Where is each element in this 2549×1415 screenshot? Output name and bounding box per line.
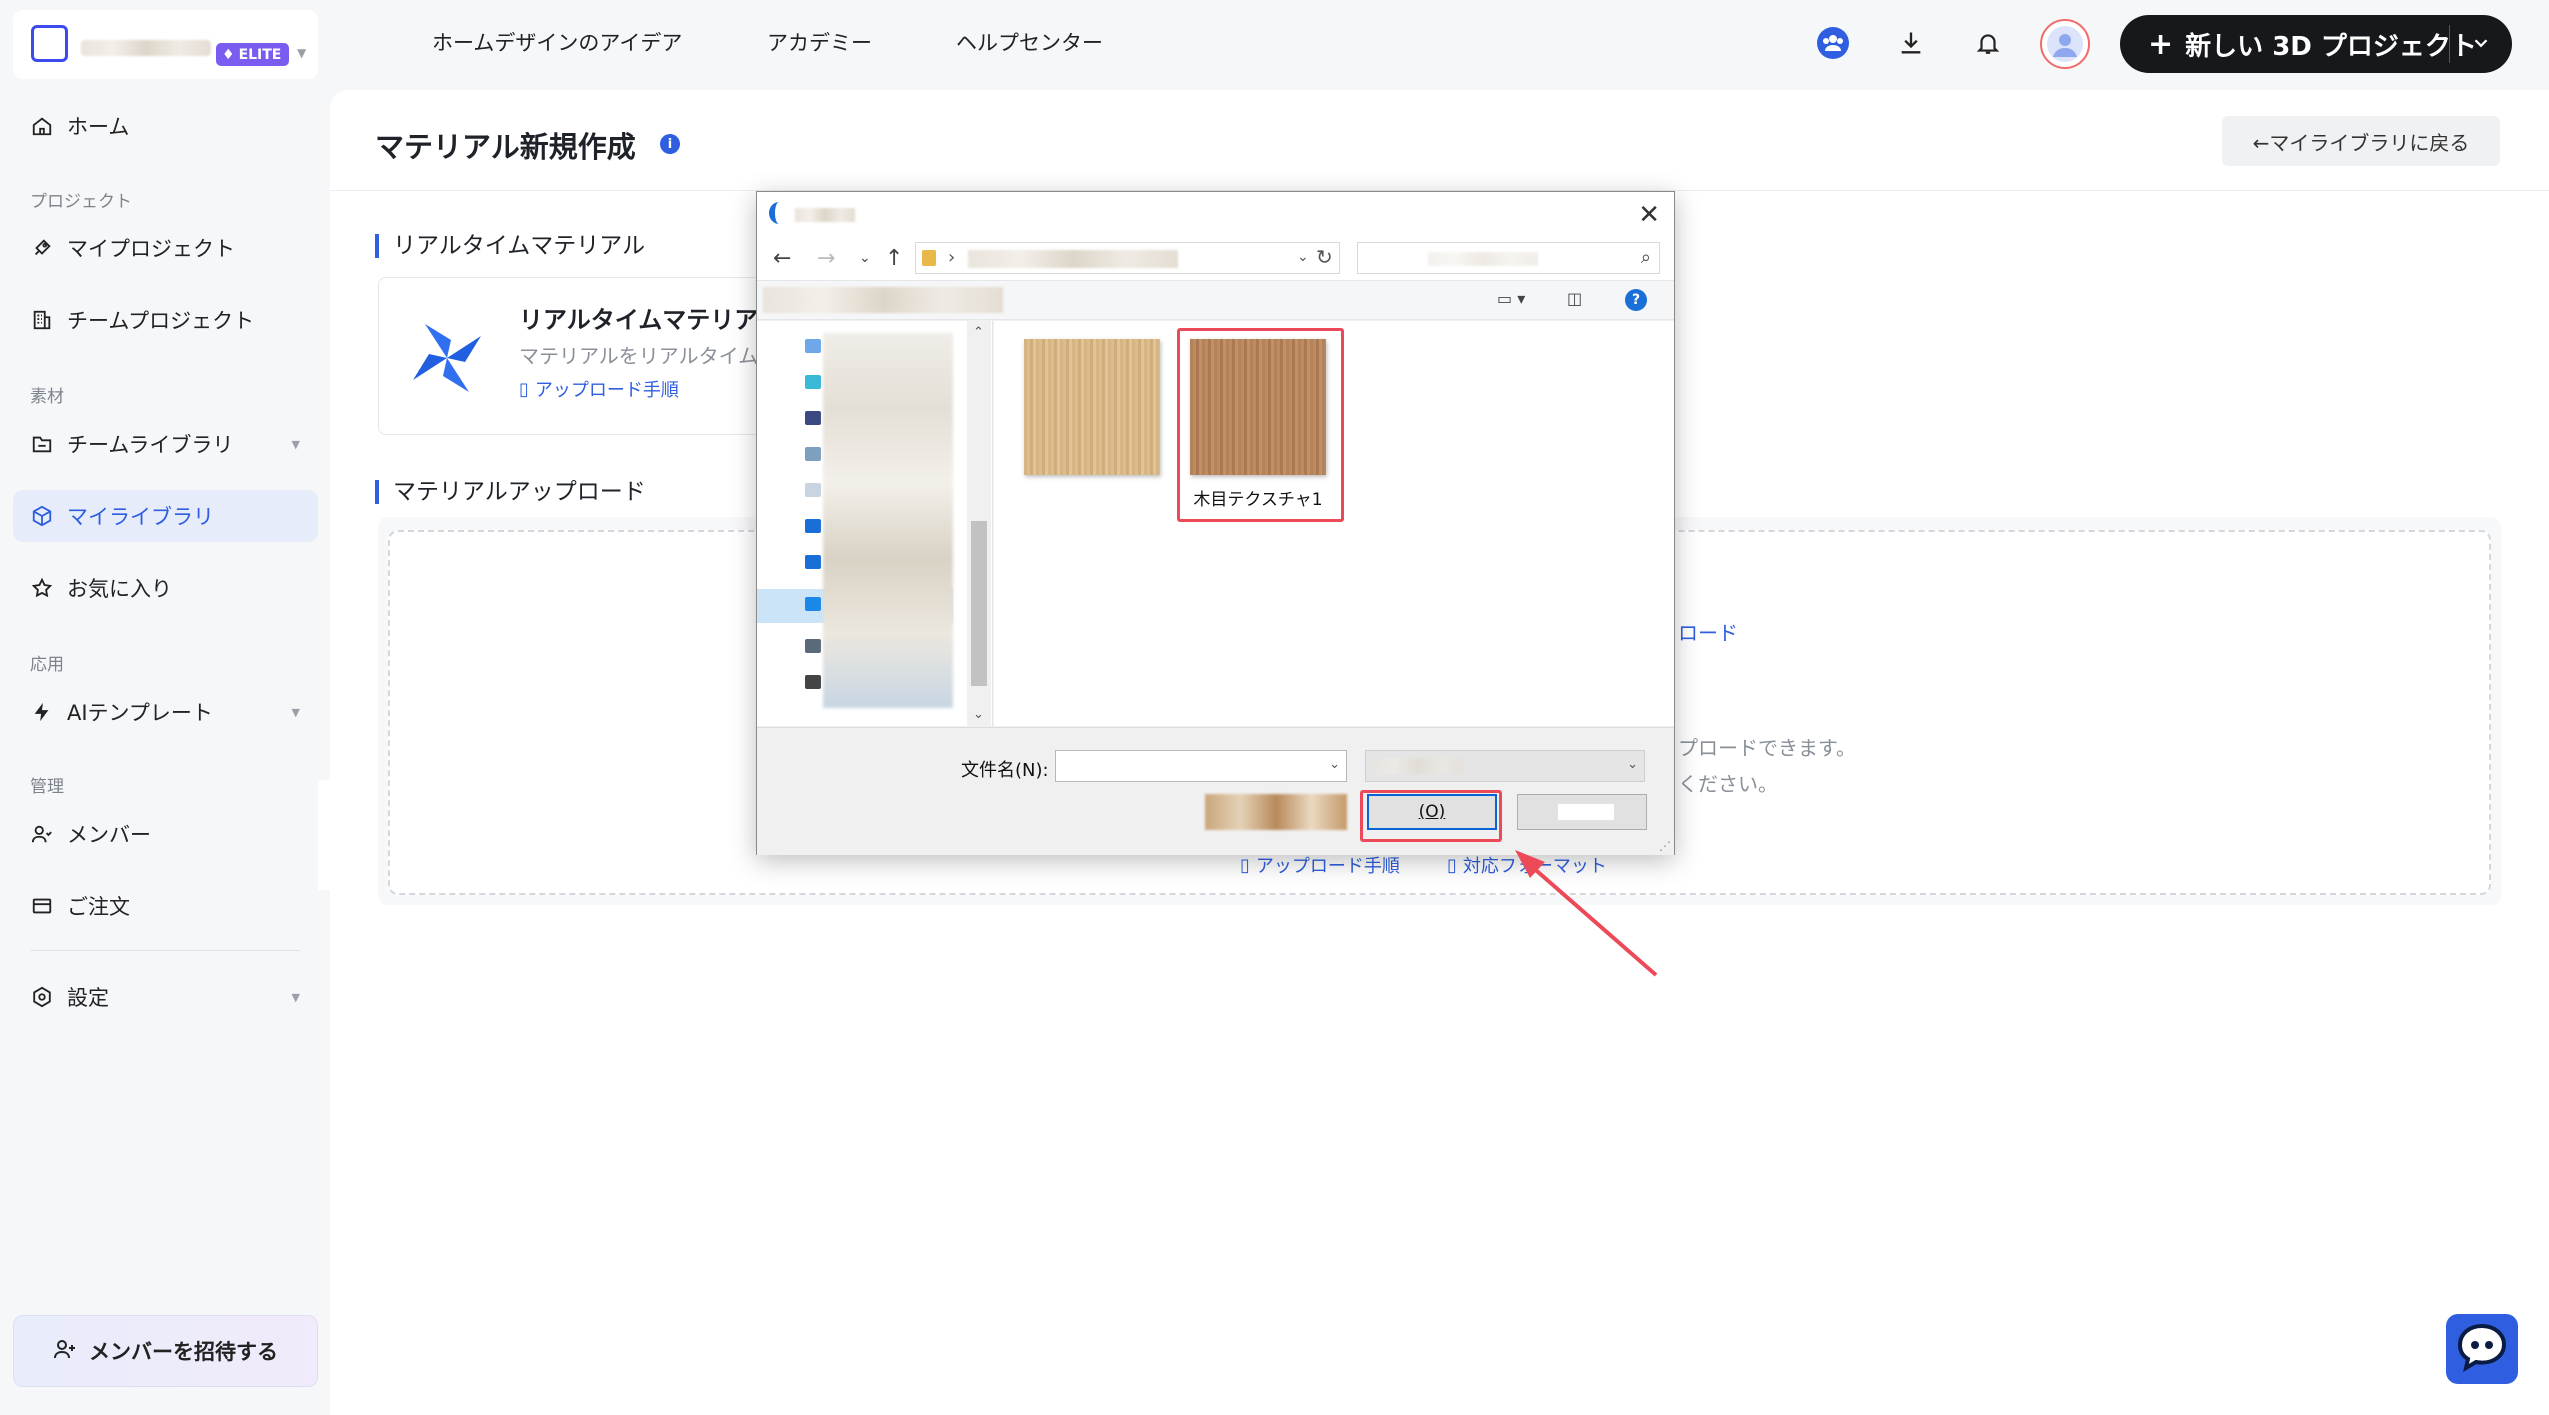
chat-support-button[interactable] bbox=[2446, 1314, 2518, 1384]
chat-bot-icon bbox=[2455, 1322, 2509, 1376]
annotation-arrow bbox=[1515, 850, 1658, 977]
